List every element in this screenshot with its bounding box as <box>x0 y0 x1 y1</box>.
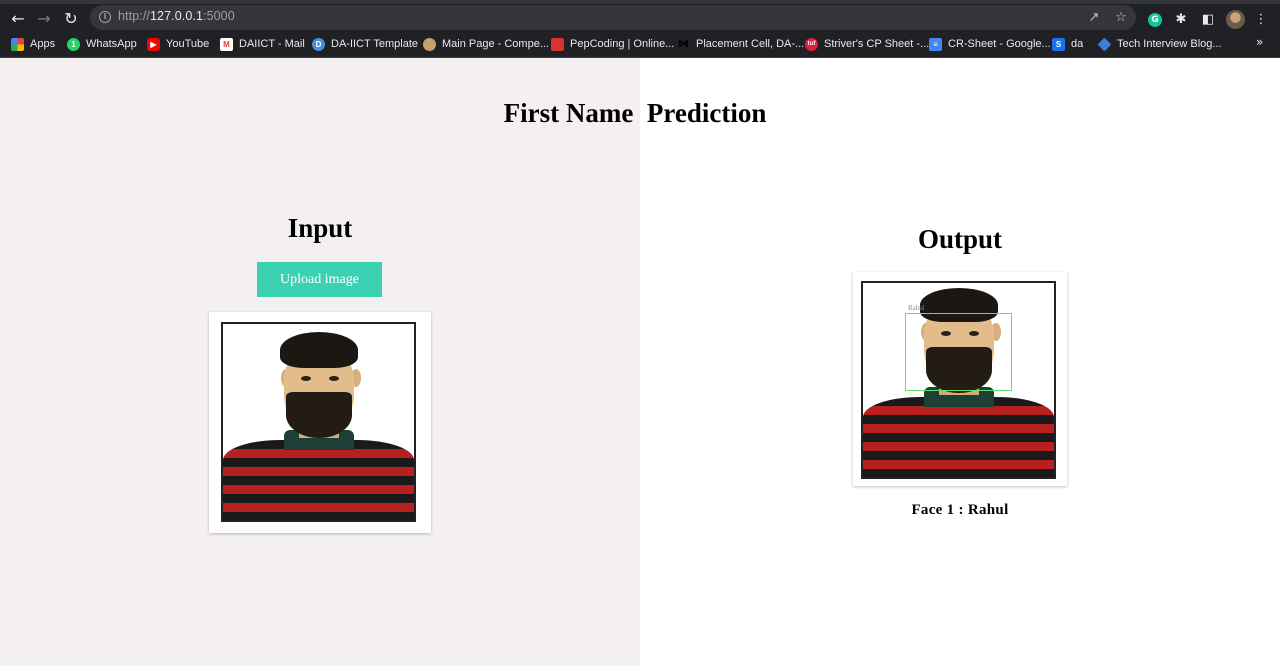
shirt <box>223 440 414 520</box>
bookmark-tech-interview-blog[interactable]: Tech Interview Blog... <box>1097 35 1222 53</box>
bookmark-placement-cell[interactable]: ⋈ Placement Cell, DA-... <box>677 35 804 53</box>
bookmark-label: Striver's CP Sheet -... <box>824 38 930 50</box>
placement-icon: ⋈ <box>677 37 690 51</box>
eye <box>329 376 339 381</box>
extensions-puzzle-icon[interactable]: ✱ <box>1172 11 1190 29</box>
bookmark-label: CR-Sheet - Google... <box>948 38 1051 50</box>
photo-frame: Rahul <box>861 281 1056 479</box>
main-page-icon <box>423 37 436 51</box>
bookmark-label: Apps <box>30 38 56 50</box>
output-heading: Output <box>917 224 1003 254</box>
striver-icon: tuf <box>805 37 818 51</box>
reload-icon[interactable]: ↻ <box>60 8 82 30</box>
bookmark-cr-sheet[interactable]: ≡ CR-Sheet - Google... <box>929 35 1051 53</box>
bookmark-label: Main Page - Compe... <box>442 38 549 50</box>
photo-frame <box>221 322 416 522</box>
bookmark-whatsapp[interactable]: 1 WhatsApp <box>67 35 137 53</box>
grammarly-icon[interactable]: G <box>1148 13 1162 27</box>
upload-image-button[interactable]: Upload image <box>257 262 382 297</box>
bookmark-youtube[interactable]: ▶ YouTube <box>147 35 209 53</box>
address-bar[interactable]: i http://127.0.0.1:5000 ↗ ☆ <box>90 5 1136 30</box>
page-title: First Name Prediction <box>503 98 767 128</box>
face-detection-box <box>905 313 1012 391</box>
template-icon: D <box>312 37 325 51</box>
apps-grid-icon <box>11 37 24 51</box>
back-arrow-icon[interactable]: ← <box>7 8 29 30</box>
tech-blog-icon <box>1097 37 1112 51</box>
gmail-icon: M <box>220 37 233 51</box>
s-icon: S <box>1052 37 1065 51</box>
bookmark-daiict-mail[interactable]: M DAIICT - Mail <box>220 35 305 53</box>
bookmark-apps[interactable]: Apps <box>11 35 55 53</box>
bookmark-da-iict-template[interactable]: D DA-IICT Template <box>312 35 418 53</box>
detection-label: Rahul <box>908 304 925 312</box>
bookmark-da[interactable]: S da <box>1052 35 1083 53</box>
url-text[interactable]: http://127.0.0.1:5000 <box>118 9 235 23</box>
bookmark-label: DAIICT - Mail <box>239 38 305 50</box>
bookmark-label: YouTube <box>166 38 210 50</box>
youtube-icon: ▶ <box>147 37 160 51</box>
forward-arrow-icon[interactable]: → <box>33 8 55 30</box>
bookmark-main-page[interactable]: Main Page - Compe... <box>423 35 549 53</box>
bookmark-label: DA-IICT Template <box>331 38 419 50</box>
menu-kebab-icon[interactable]: ⋮ <box>1252 11 1270 29</box>
profile-avatar[interactable] <box>1226 10 1245 29</box>
bookmark-pepcoding[interactable]: PepCoding | Online... <box>551 35 674 53</box>
beard <box>285 392 352 438</box>
bookmark-label: PepCoding | Online... <box>570 38 675 50</box>
bookmarks-overflow-icon[interactable]: » <box>1256 35 1263 49</box>
browser-toolbar: ← → ↻ i http://127.0.0.1:5000 ↗ ☆ G ✱ ◧ … <box>0 0 1280 31</box>
input-heading: Input <box>287 213 353 243</box>
site-info-icon[interactable]: i <box>99 11 111 23</box>
bookmarks-bar: Apps 1 WhatsApp ▶ YouTube M DAIICT - Mai… <box>0 31 1280 58</box>
bookmark-strivers-cp-sheet[interactable]: tuf Striver's CP Sheet -... <box>805 35 929 53</box>
output-photo: Rahul <box>853 272 1067 486</box>
share-icon[interactable]: ↗ <box>1085 9 1103 27</box>
side-panel-icon[interactable]: ◧ <box>1199 11 1217 29</box>
bookmark-label: Tech Interview Blog... <box>1117 38 1222 50</box>
google-docs-icon: ≡ <box>929 37 942 51</box>
whatsapp-icon: 1 <box>67 37 80 51</box>
shirt <box>863 397 1054 477</box>
eye <box>301 376 311 381</box>
bookmark-star-icon[interactable]: ☆ <box>1112 9 1130 27</box>
app-page: First Name Prediction Input Upload image… <box>0 58 1280 666</box>
bookmark-label: da <box>1071 38 1084 50</box>
prediction-result: Face 1 : Rahul <box>911 502 1009 518</box>
input-photo <box>209 312 431 533</box>
bookmark-label: WhatsApp <box>86 38 137 50</box>
pepcoding-icon <box>551 37 564 51</box>
bookmark-label: Placement Cell, DA-... <box>696 38 805 50</box>
hair <box>279 332 358 368</box>
